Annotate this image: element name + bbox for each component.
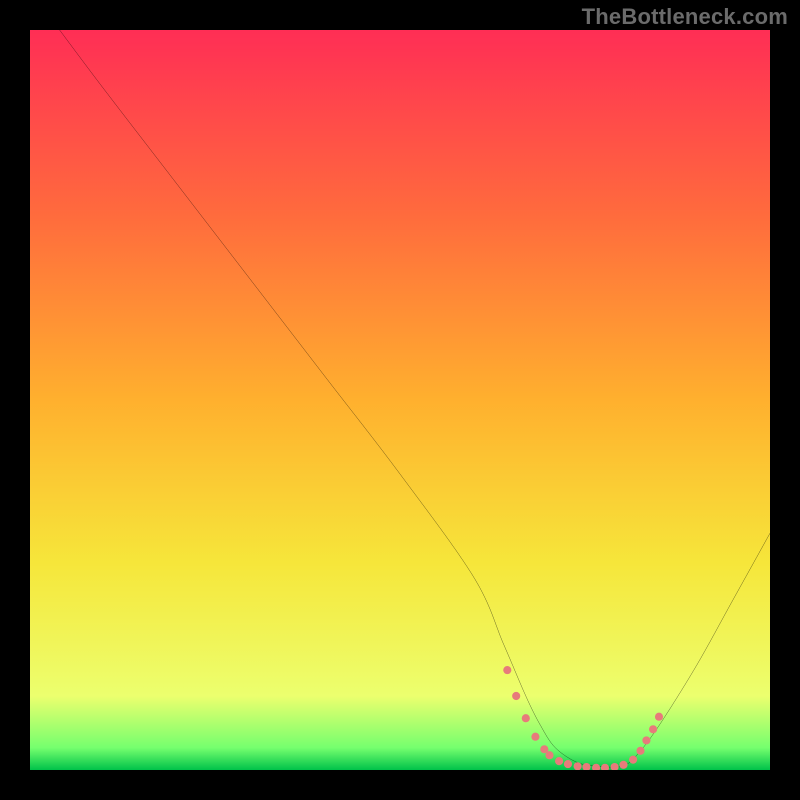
- optimal-marker: [545, 751, 553, 759]
- optimal-marker: [564, 760, 572, 768]
- optimal-marker: [629, 756, 637, 764]
- optimal-marker: [531, 733, 539, 741]
- optimal-marker: [574, 762, 582, 770]
- watermark-text: TheBottleneck.com: [582, 4, 788, 30]
- optimal-marker: [649, 725, 657, 733]
- optimal-marker: [642, 736, 650, 744]
- optimal-marker: [555, 757, 563, 765]
- bottleneck-chart: [30, 30, 770, 770]
- optimal-marker: [503, 666, 511, 674]
- chart-frame: TheBottleneck.com: [0, 0, 800, 800]
- optimal-marker: [655, 713, 663, 721]
- optimal-marker: [522, 714, 530, 722]
- optimal-marker: [619, 761, 627, 769]
- optimal-marker: [636, 747, 644, 755]
- gradient-background: [30, 30, 770, 770]
- optimal-marker: [512, 692, 520, 700]
